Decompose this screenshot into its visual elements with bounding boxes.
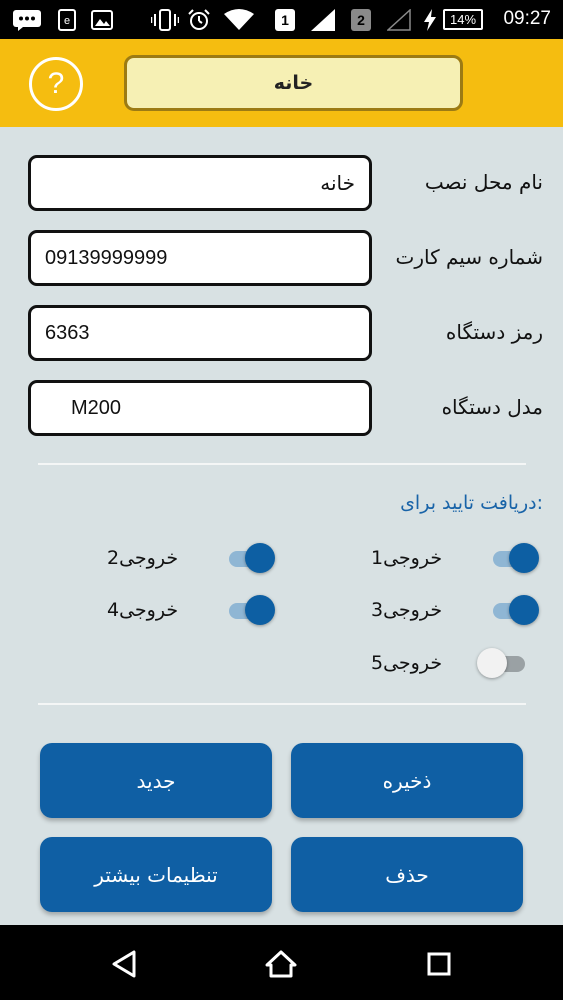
output-1-label: خروجی1 bbox=[371, 547, 443, 569]
sim2-signal-icon bbox=[386, 9, 412, 31]
help-icon: ? bbox=[47, 67, 65, 100]
vibrate-icon bbox=[150, 9, 180, 31]
output-4-row: خروجی4 bbox=[103, 590, 283, 630]
output-3-label: خروجی3 bbox=[371, 599, 443, 621]
output-5-toggle[interactable] bbox=[477, 645, 529, 681]
image-icon bbox=[90, 9, 114, 31]
divider bbox=[38, 703, 526, 705]
toggle-thumb bbox=[245, 595, 275, 625]
new-button[interactable]: جدید bbox=[40, 743, 272, 818]
page-title[interactable]: خانه bbox=[124, 55, 463, 111]
output-3-row: خروجی3 bbox=[365, 590, 545, 630]
app-header: ? خانه bbox=[0, 39, 563, 127]
sim-number-label: شماره سیم کارت bbox=[395, 245, 543, 269]
battery-percent: 14% bbox=[449, 12, 477, 27]
sim-number-input[interactable]: 09139999999 bbox=[28, 230, 372, 286]
output-5-label: خروجی5 bbox=[371, 652, 443, 674]
output-2-row: خروجی2 bbox=[103, 538, 283, 578]
delete-button[interactable]: حذف bbox=[291, 837, 523, 912]
sim1-signal-icon bbox=[310, 9, 336, 31]
sim2-badge: 2 bbox=[350, 9, 372, 31]
output-1-row: خروجی1 bbox=[365, 538, 545, 578]
app-notification-icon: e bbox=[56, 9, 78, 31]
recents-icon[interactable] bbox=[422, 947, 456, 981]
help-button[interactable]: ? bbox=[29, 57, 83, 111]
save-button[interactable]: ذخیره bbox=[291, 743, 523, 818]
output-2-toggle[interactable] bbox=[225, 540, 277, 576]
battery-icon: 14% bbox=[443, 9, 483, 30]
output-1-toggle[interactable] bbox=[489, 540, 541, 576]
device-model-select[interactable]: M200 bbox=[28, 380, 372, 436]
toggle-thumb bbox=[509, 595, 539, 625]
wifi-icon bbox=[222, 9, 256, 31]
device-password-label: رمز دستگاه bbox=[445, 320, 543, 344]
charging-icon bbox=[422, 9, 438, 31]
toggle-thumb bbox=[477, 648, 507, 678]
home-icon[interactable] bbox=[264, 947, 298, 981]
output-3-toggle[interactable] bbox=[489, 592, 541, 628]
message-icon bbox=[10, 9, 44, 31]
toggle-thumb bbox=[509, 543, 539, 573]
install-location-label: نام محل نصب bbox=[424, 170, 543, 194]
status-bar: e 1 2 14% 09:27 bbox=[0, 0, 563, 39]
sim1-badge: 1 bbox=[274, 9, 296, 31]
clock: 09:27 bbox=[503, 8, 551, 29]
alarm-icon bbox=[186, 9, 212, 31]
output-4-label: خروجی4 bbox=[107, 599, 179, 621]
back-icon[interactable] bbox=[108, 947, 142, 981]
install-location-input[interactable]: خانه bbox=[28, 155, 372, 211]
confirmation-section-title: دریافت تایید برای: bbox=[400, 492, 543, 514]
device-password-input[interactable]: 6363 bbox=[28, 305, 372, 361]
svg-text:e: e bbox=[64, 15, 70, 27]
divider bbox=[38, 463, 526, 465]
toggle-thumb bbox=[245, 543, 275, 573]
more-settings-button[interactable]: تنظیمات بیشتر bbox=[40, 837, 272, 912]
output-2-label: خروجی2 bbox=[107, 547, 179, 569]
output-4-toggle[interactable] bbox=[225, 592, 277, 628]
device-model-label: مدل دستگاه bbox=[441, 395, 543, 419]
navigation-bar bbox=[0, 925, 563, 1000]
output-5-row: خروجی5 bbox=[365, 643, 545, 683]
